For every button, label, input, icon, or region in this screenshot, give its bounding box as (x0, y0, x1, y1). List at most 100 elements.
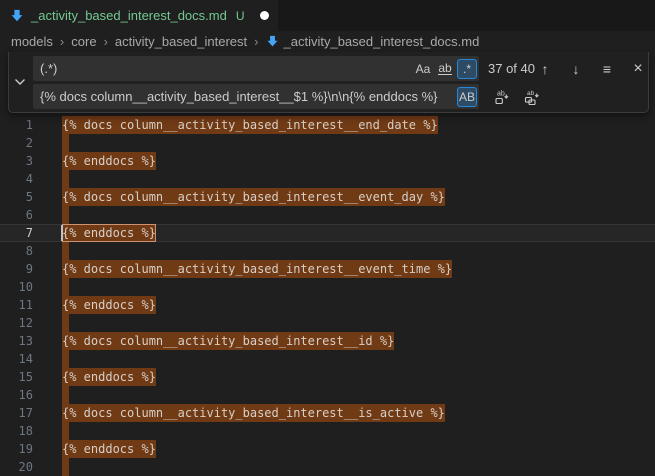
code-line[interactable]: 5{% docs column__activity_based_interest… (0, 188, 655, 206)
find-replace-widget: (.*) Aa ab .* 37 of 40 ↑ ↓ ≡ × {% docs c… (8, 52, 649, 113)
code-line[interactable]: 14 (0, 350, 655, 368)
search-match-highlight: {% enddocs %} (62, 152, 156, 170)
tab-title: _activity_based_interest_docs.md (31, 8, 227, 23)
line-number: 9 (0, 260, 33, 278)
svg-text:ab: ab (497, 90, 505, 97)
search-match-highlight: {% docs column__activity_based_interest_… (62, 116, 438, 134)
svg-text:ab: ab (527, 90, 535, 97)
whole-word-button[interactable]: ab (435, 59, 455, 79)
code-line[interactable]: 4 (0, 170, 655, 188)
current-search-match: {% enddocs %} (62, 224, 156, 242)
replace-button[interactable]: ab (492, 87, 512, 107)
search-value: (.*) (40, 61, 411, 76)
replace-icon: ab (494, 89, 510, 105)
find-in-selection-button[interactable]: ≡ (597, 59, 617, 79)
regex-button[interactable]: .* (457, 59, 477, 79)
line-number: 7 (0, 224, 33, 242)
find-row: (.*) Aa ab .* 37 of 40 ↑ ↓ ≡ × (33, 56, 644, 81)
replace-all-button[interactable]: ab (522, 87, 542, 107)
markdown-file-icon (266, 35, 279, 48)
code-line[interactable]: 19{% enddocs %} (0, 440, 655, 458)
preserve-case-button[interactable]: AB (457, 87, 477, 107)
line-number: 8 (0, 242, 33, 260)
line-number: 15 (0, 368, 33, 386)
search-match-highlight (62, 422, 69, 440)
code-line[interactable]: 6 (0, 206, 655, 224)
git-status-badge: U (236, 9, 245, 23)
arrow-up-icon: ↑ (542, 61, 549, 77)
code-editor[interactable]: 1 {% docs column__activity_based_interest… (0, 52, 655, 470)
code-line[interactable]: 11 {% enddocs %} (0, 296, 655, 314)
editor-lines: 1 {% docs column__activity_based_interest… (0, 116, 655, 476)
search-match-highlight (62, 350, 69, 368)
tab-bar: _activity_based_interest_docs.md U (0, 0, 655, 31)
code-line[interactable]: 20 (0, 458, 655, 476)
search-match-highlight (62, 206, 69, 224)
search-match-highlight: {% docs column__activity_based_interest_… (62, 332, 394, 350)
close-find-button[interactable]: × (628, 59, 648, 79)
replace-all-icon: ab (524, 89, 540, 105)
line-number: 3 (0, 152, 33, 170)
line-number: 16 (0, 386, 33, 404)
search-match-highlight: {% enddocs %} (62, 368, 156, 386)
find-next-button[interactable]: ↓ (566, 59, 586, 79)
line-number: 2 (0, 134, 33, 152)
search-match-highlight: {% docs column__activity_based_interest_… (62, 404, 445, 422)
chevron-right-icon: › (60, 34, 64, 49)
results-count: 37 of 40 (488, 61, 535, 76)
search-match-highlight: {% enddocs %} (62, 296, 156, 314)
search-match-highlight (62, 314, 69, 332)
line-number: 11 (0, 296, 33, 314)
replace-value: {% docs column__activity_based_interest_… (40, 89, 455, 104)
line-number: 4 (0, 170, 33, 188)
search-match-highlight (62, 386, 69, 404)
selection-lines-icon: ≡ (603, 61, 611, 77)
breadcrumb-item-core[interactable]: core (71, 34, 96, 49)
chevron-down-icon (14, 78, 26, 86)
code-line[interactable]: 8 (0, 242, 655, 260)
code-line[interactable]: 12 (0, 314, 655, 332)
code-line[interactable]: 15 {% enddocs %} (0, 368, 655, 386)
code-line[interactable]: 13 {% docs column__activity_based_interes… (0, 332, 655, 350)
editor-tab[interactable]: _activity_based_interest_docs.md U (0, 0, 278, 31)
code-line[interactable]: 16 (0, 386, 655, 404)
breadcrumb-item-models[interactable]: models (11, 34, 53, 49)
code-line[interactable]: 1 {% docs column__activity_based_interest… (0, 116, 655, 134)
breadcrumb-item-activity-based-interest[interactable]: activity_based_interest (115, 34, 247, 49)
replace-row: {% docs column__activity_based_interest_… (33, 84, 644, 109)
line-number: 5 (0, 188, 33, 206)
match-case-button[interactable]: Aa (413, 59, 433, 79)
search-match-highlight (62, 278, 69, 296)
chevron-right-icon: › (104, 34, 108, 49)
code-line[interactable]: 18 (0, 422, 655, 440)
modified-dot-icon[interactable] (260, 11, 269, 20)
code-line[interactable]: 17 {% docs column__activity_based_interes… (0, 404, 655, 422)
code-line[interactable]: 9 {% docs column__activity_based_interest… (0, 260, 655, 278)
line-number: 17 (0, 404, 33, 422)
search-match-highlight (62, 170, 69, 188)
code-line[interactable]: 3 {% enddocs %} (0, 152, 655, 170)
chevron-right-icon: › (254, 34, 258, 49)
search-match-highlight: {% enddocs %} (62, 440, 156, 458)
replace-input[interactable]: {% docs column__activity_based_interest_… (33, 84, 479, 109)
search-match-highlight (62, 134, 69, 152)
line-number: 1 (0, 116, 33, 134)
code-line[interactable]: 10 (0, 278, 655, 296)
arrow-down-icon: ↓ (573, 61, 580, 77)
code-line[interactable]: 2 (0, 134, 655, 152)
find-previous-button[interactable]: ↑ (535, 59, 555, 79)
breadcrumb-item-file[interactable]: _activity_based_interest_docs.md (266, 34, 480, 49)
line-number: 10 (0, 278, 33, 296)
toggle-replace-button[interactable] (9, 52, 31, 112)
close-icon: × (633, 60, 642, 78)
breadcrumb-file-label: _activity_based_interest_docs.md (284, 34, 480, 49)
code-line-current[interactable]: 7 {% enddocs %} (0, 224, 655, 242)
search-match-highlight (62, 458, 69, 476)
line-number: 13 (0, 332, 33, 350)
text-cursor (61, 225, 63, 241)
line-number: 20 (0, 458, 33, 476)
search-match-highlight: {% docs column__activity_based_interest_… (62, 260, 452, 278)
line-number: 6 (0, 206, 33, 224)
breadcrumb: models › core › activity_based_interest … (0, 31, 655, 52)
search-input[interactable]: (.*) Aa ab .* (33, 56, 479, 81)
